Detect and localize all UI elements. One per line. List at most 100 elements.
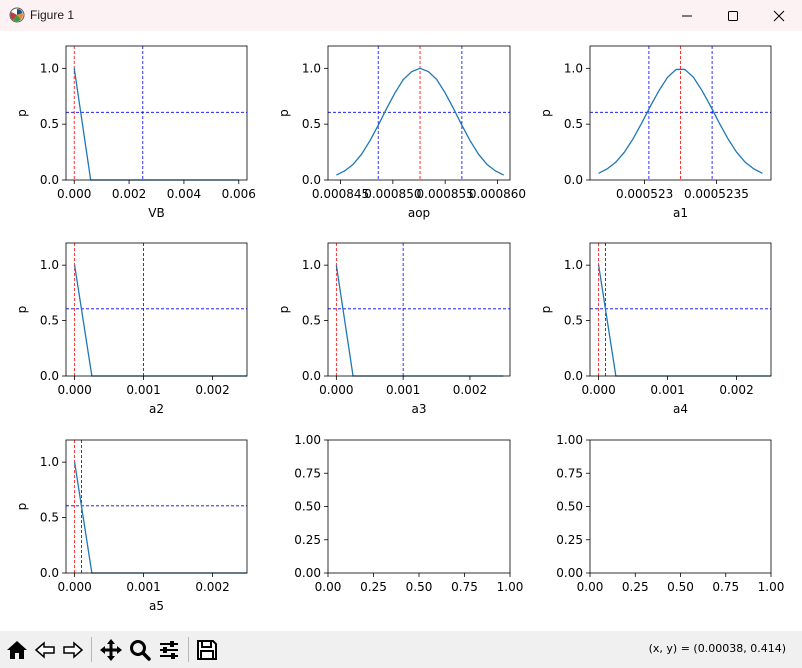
x-tick-label: 0.006 [222, 187, 256, 201]
y-tick-label: 1.0 [40, 258, 59, 272]
x-tick-label: 0.25 [360, 580, 387, 594]
pan-button[interactable] [98, 637, 124, 663]
toolbar-separator [188, 637, 189, 662]
x-tick-label: 0.002 [112, 187, 146, 201]
y-tick-label: 0.75 [294, 466, 321, 480]
y-tick-label: 0.0 [302, 173, 321, 187]
series-line [597, 265, 771, 377]
series-line [73, 462, 247, 574]
y-tick-label: 1.00 [294, 433, 321, 447]
x-tick-label: 0.002 [453, 383, 487, 397]
y-axis-label: p [277, 109, 291, 117]
series-line [73, 265, 247, 377]
y-tick-label: 0.0 [564, 369, 583, 383]
y-tick-label: 0.0 [40, 173, 59, 187]
y-tick-label: 1.00 [556, 433, 583, 447]
x-axis-label: a3 [412, 402, 427, 416]
axes-frame [589, 439, 772, 574]
y-tick-label: 0.00 [294, 566, 321, 580]
close-icon [773, 10, 785, 22]
y-tick-label: 0.5 [564, 314, 583, 328]
axes-frame [327, 439, 511, 574]
save-button[interactable] [194, 637, 220, 663]
subplot-3: 0.000523 0.0005235 0.0 0.5 1.0 a1 p [539, 45, 772, 220]
subplot-7: 0.000 0.001 0.002 0.0 0.5 1.0 a5 p [15, 439, 248, 613]
navigation-toolbar: (x, y) = (0.00038, 0.414) [0, 631, 802, 668]
window-titlebar: Figure 1 [0, 0, 802, 31]
x-tick-label: 0.001 [650, 383, 684, 397]
axes-frame [589, 242, 772, 377]
x-tick-label: 0.000 [57, 580, 91, 594]
window-title: Figure 1 [30, 8, 75, 22]
subplot-grid: 0.000 0.002 0.004 0.0060.00.51.0VBp0.000845… [15, 45, 784, 613]
zoom-button[interactable] [127, 637, 153, 663]
y-tick-label: 0.50 [556, 500, 583, 514]
subplot-2: 0.0008450.0008500.0008550.000860 0.0 0.5 1.… [277, 45, 526, 220]
matplotlib-app-icon [9, 7, 25, 23]
x-axis-label: a4 [673, 402, 688, 416]
x-tick-label: 0.001 [126, 383, 160, 397]
axes-frame [65, 45, 248, 181]
x-axis-label: a1 [673, 206, 688, 220]
y-tick-label: 0.75 [556, 466, 583, 480]
y-axis-label: p [15, 503, 29, 511]
y-tick-label: 1.0 [564, 61, 583, 75]
x-tick-label: 0.000 [57, 383, 91, 397]
y-axis-label: p [277, 306, 291, 314]
x-tick-label: 0.0005235 [684, 187, 749, 201]
y-tick-label: 0.5 [564, 117, 583, 131]
y-axis-label: p [15, 109, 29, 117]
sliders-icon [160, 641, 178, 659]
y-tick-label: 0.0 [40, 369, 59, 383]
y-tick-label: 0.5 [40, 314, 59, 328]
configure-subplots-button[interactable] [156, 637, 182, 663]
x-axis-label: a2 [149, 402, 164, 416]
y-tick-label: 0.5 [302, 117, 321, 131]
axes-frame [327, 242, 511, 377]
x-tick-label: 0.00 [315, 580, 342, 594]
back-button[interactable] [32, 637, 58, 663]
subplot-4: 0.000 0.001 0.002 0.0 0.5 1.0 a2 p [15, 242, 248, 416]
close-button[interactable] [756, 0, 802, 31]
subplot-8: 0.00 0.25 0.50 0.75 1.00 0.00 0.25 0.50 0.75 1.00 [294, 433, 523, 594]
y-tick-label: 0.5 [302, 314, 321, 328]
y-axis-label: p [539, 109, 553, 117]
x-tick-label: 0.000850 [364, 187, 421, 201]
y-tick-label: 1.0 [302, 61, 321, 75]
y-tick-label: 1.0 [302, 258, 321, 272]
y-axis-label: p [539, 306, 553, 314]
axes-frame [65, 242, 248, 377]
x-tick-label: 0.000 [581, 383, 615, 397]
subplot-1: 0.000 0.002 0.004 0.006 0.0 0.5 1.0 VB p [15, 45, 256, 220]
minimize-button[interactable] [664, 0, 710, 31]
y-tick-label: 0.50 [294, 500, 321, 514]
save-icon [197, 640, 217, 660]
x-axis-label: aop [408, 206, 430, 220]
x-tick-label: 0.002 [719, 383, 753, 397]
series-line [73, 68, 239, 181]
y-axis-label: p [15, 306, 29, 314]
x-axis-label: VB [148, 206, 164, 220]
y-tick-label: 1.0 [564, 258, 583, 272]
x-tick-label: 1.00 [497, 580, 524, 594]
y-tick-label: 0.5 [40, 117, 59, 131]
y-tick-label: 1.0 [40, 61, 59, 75]
x-tick-label: 0.001 [386, 383, 420, 397]
forward-button[interactable] [60, 637, 86, 663]
maximize-button[interactable] [710, 0, 756, 31]
x-tick-label: 0.000 [319, 383, 353, 397]
figure-canvas[interactable]: 0.000 0.002 0.004 0.006 0.0 0.5 1.0 VB p 0.000845… [0, 31, 802, 631]
x-axis-label: a5 [149, 599, 164, 613]
x-tick-label: 0.00 [577, 580, 604, 594]
x-tick-label: 0.75 [451, 580, 478, 594]
x-tick-label: 0.001 [126, 580, 160, 594]
forward-arrow-icon [63, 641, 84, 659]
minimize-icon [682, 15, 692, 17]
x-tick-label: 0.50 [406, 580, 433, 594]
cursor-coordinates: (x, y) = (0.00038, 0.414) [648, 642, 786, 655]
y-tick-label: 0.0 [40, 566, 59, 580]
x-tick-label: 0.002 [195, 383, 229, 397]
home-button[interactable] [4, 637, 30, 663]
x-tick-label: 1.00 [758, 580, 785, 594]
subplot-9: 0.00 0.25 0.50 0.75 1.00 0.00 0.25 0.50 0.75 1.00 [556, 433, 784, 594]
